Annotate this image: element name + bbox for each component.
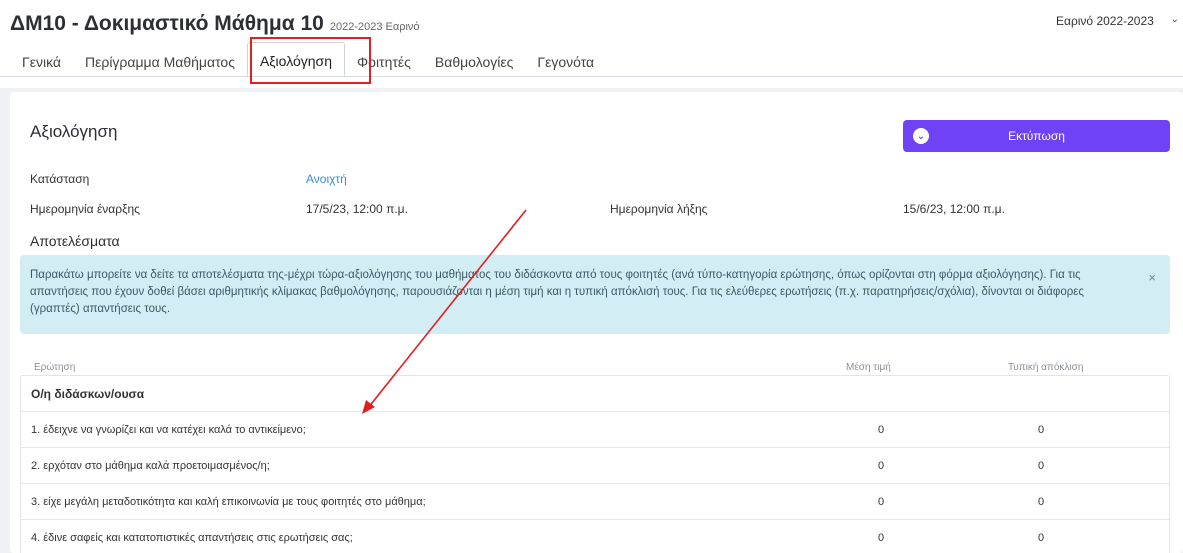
status-label: Κατάσταση <box>30 172 90 186</box>
group-label: Ο/η διδάσκων/ουσα <box>31 387 145 401</box>
std-value: 0 <box>1037 460 1045 472</box>
question-text: 2. ερχόταν στο μάθημα καλά προετοιμασμέν… <box>31 460 270 472</box>
tab-syllabus[interactable]: Περίγραμμα Μαθήματος <box>73 46 247 76</box>
std-value: 0 <box>1037 532 1045 544</box>
print-button[interactable]: ⌄ Εκτύπωση <box>903 120 1170 152</box>
chevron-down-circle-icon: ⌄ <box>913 128 929 144</box>
mean-value: 0 <box>877 460 885 472</box>
status-value: Ανοιχτή <box>306 172 347 186</box>
evaluation-title: Αξιολόγηση <box>30 122 118 141</box>
info-alert: Παρακάτω μπορείτε να δείτε τα αποτελέσμα… <box>20 255 1170 334</box>
mean-value: 0 <box>877 532 885 544</box>
table-row: 4. έδινε σαφείς και κατατοπιστικές απαντ… <box>21 520 1169 553</box>
header-std: Τυπική απόκλιση <box>1008 362 1084 373</box>
results-table: Ο/η διδάσκων/ουσα 1. έδειχνε να γνωρίζει… <box>20 375 1170 553</box>
header-mean: Μέση τιμή <box>846 362 891 373</box>
close-icon[interactable]: × <box>1148 269 1156 286</box>
mean-value: 0 <box>877 496 885 508</box>
semester-select-value: Εαρινό 2022-2023 <box>1056 14 1154 28</box>
mean-value: 0 <box>877 424 885 436</box>
course-title: ΔΜ10 - Δοκιμαστικό Μάθημα 10 <box>10 12 324 35</box>
chevron-down-icon: ⌄ <box>1170 14 1179 25</box>
table-row: 2. ερχόταν στο μάθημα καλά προετοιμασμέν… <box>21 448 1169 484</box>
std-value: 0 <box>1037 424 1045 436</box>
end-date-label: Ημερομηνία λήξης <box>610 202 708 216</box>
table-row: 3. είχε μεγάλη μεταδοτικότητα και καλή ε… <box>21 484 1169 520</box>
start-date-value: 17/5/23, 12:00 π.μ. <box>306 202 408 216</box>
results-title: Αποτελέσματα <box>30 233 120 249</box>
start-date-label: Ημερομηνία έναρξης <box>30 202 140 216</box>
header-question: Ερώτηση <box>34 362 76 373</box>
annotation-highlight-box <box>250 37 371 84</box>
tabs-divider <box>0 76 1183 77</box>
question-text: 1. έδειχνε να γνωρίζει και να κατέχει κα… <box>31 424 306 436</box>
tab-grades[interactable]: Βαθμολογίες <box>423 46 525 76</box>
table-group-row: Ο/η διδάσκων/ουσα <box>21 376 1169 412</box>
table-row: 1. έδειχνε να γνωρίζει και να κατέχει κα… <box>21 412 1169 448</box>
question-text: 3. είχε μεγάλη μεταδοτικότητα και καλή ε… <box>31 496 426 508</box>
question-text: 4. έδινε σαφείς και κατατοπιστικές απαντ… <box>31 532 353 544</box>
evaluation-card: Αξιολόγηση ⌄ Εκτύπωση Κατάσταση Ανοιχτή … <box>10 92 1183 553</box>
semester-select[interactable]: Εαρινό 2022-2023 ⌄ <box>1044 10 1183 32</box>
page: ΔΜ10 - Δοκιμαστικό Μάθημα 10 2022-2023 Ε… <box>0 0 1183 553</box>
course-semester: 2022-2023 Εαρινό <box>329 21 420 33</box>
tab-events[interactable]: Γεγονότα <box>525 46 606 76</box>
print-button-label: Εκτύπωση <box>1008 129 1065 143</box>
tab-general[interactable]: Γενικά <box>10 46 73 76</box>
course-header: ΔΜ10 - Δοκιμαστικό Μάθημα 10 2022-2023 Ε… <box>0 0 1183 88</box>
end-date-value: 15/6/23, 12:00 π.μ. <box>903 202 1005 216</box>
info-alert-text: Παρακάτω μπορείτε να δείτε τα αποτελέσμα… <box>30 269 1084 315</box>
std-value: 0 <box>1037 496 1045 508</box>
title-row: ΔΜ10 - Δοκιμαστικό Μάθημα 10 2022-2023 Ε… <box>10 12 420 36</box>
